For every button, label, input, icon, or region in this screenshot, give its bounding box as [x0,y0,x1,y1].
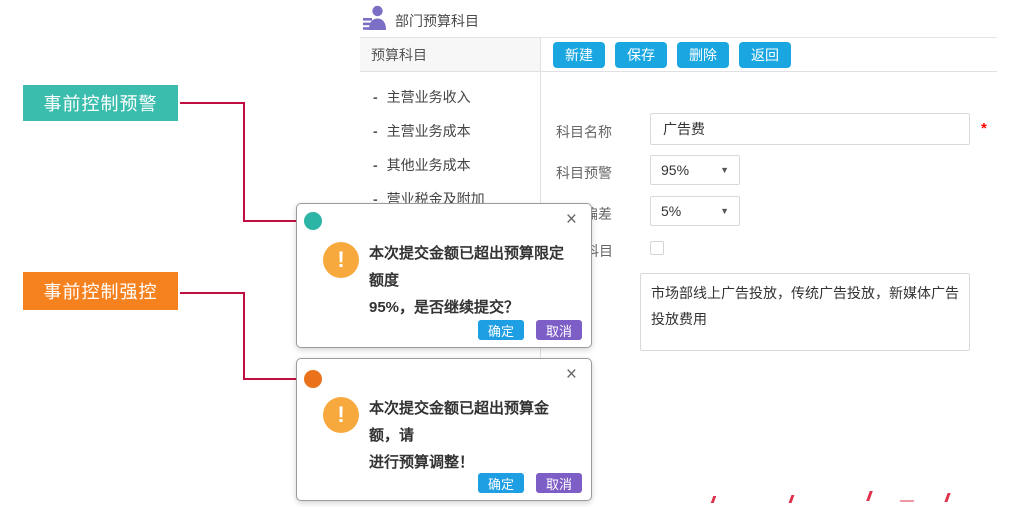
deviation-select[interactable]: 5% ▼ [650,196,740,226]
tree-item-main-cost[interactable]: - 主营业务成本 [373,123,485,139]
tree-item-label: 主营业务收入 [387,87,471,107]
connector-line [243,292,245,380]
subject-warning-select[interactable]: 95% ▼ [650,155,740,185]
description-textarea[interactable]: 市场部线上广告投放，传统广告投放，新媒体广告投放费用 [640,273,970,351]
subject-name-input[interactable]: 广告费 [650,113,970,145]
tree-item-other-cost[interactable]: - 其他业务成本 [373,157,485,173]
page-title: 部门预算科目 [395,11,479,31]
delete-button[interactable]: 删除 [677,42,729,68]
cancel-button[interactable]: 取消 [536,320,582,340]
watermark-remnant [789,495,795,503]
close-icon[interactable]: × [566,365,577,385]
warning-dialog-message: 本次提交金额已超出预算限定额度 95%，是否继续提交？ [369,240,575,321]
close-icon[interactable]: × [566,210,577,230]
screenshot-root: 部门预算科目 预算科目 新建 保存 删除 返回 - 主营业务收入 - 主营业务成… [0,0,1013,507]
subject-name-label: 科目名称 [556,122,612,142]
left-panel-header: 预算科目 [360,38,540,71]
confirm-button[interactable]: 确定 [478,473,524,493]
save-button[interactable]: 保存 [615,42,667,68]
message-line: 进行预算调整！ [369,449,575,476]
tree-item-main-income[interactable]: - 主营业务收入 [373,89,485,105]
message-line: 本次提交金额已超出预算金额，请 [369,395,575,449]
toolbar: 新建 保存 删除 返回 [553,42,791,68]
connector-line [180,102,243,104]
tree-bullet: - [373,123,378,139]
exclamation-icon: ! [323,242,359,278]
watermark-remnant [866,491,873,501]
deviation-value: 5% [661,203,681,219]
subject-warning-value: 95% [661,162,689,178]
page-header: 部门预算科目 [363,5,479,36]
tree-item-label: 其他业务成本 [387,155,471,175]
person-list-icon [363,5,387,36]
chevron-down-icon: ▼ [720,206,729,216]
dialog-buttons: 确定 取消 [478,473,582,493]
left-panel-title: 预算科目 [371,45,427,65]
tree-bullet: - [373,157,378,173]
tree-bullet: - [373,89,378,105]
teal-marker-dot [304,212,322,230]
cancel-button[interactable]: 取消 [536,473,582,493]
tree-item-label: 主营业务成本 [387,121,471,141]
callout-pre-control-forced: 事前控制强控 [23,272,178,310]
confirm-button[interactable]: 确定 [478,320,524,340]
watermark-remnant [711,496,717,503]
forced-dialog-message: 本次提交金额已超出预算金额，请 进行预算调整！ [369,395,575,476]
forced-control-dialog: × ! 本次提交金额已超出预算金额，请 进行预算调整！ 确定 取消 [296,358,592,501]
back-button[interactable]: 返回 [739,42,791,68]
warning-dialog: × ! 本次提交金额已超出预算限定额度 95%，是否继续提交？ 确定 取消 [296,203,592,348]
message-line: 95%，是否继续提交？ [369,294,575,321]
orange-marker-dot [304,370,322,388]
dialog-buttons: 确定 取消 [478,320,582,340]
exclamation-icon: ! [323,397,359,433]
connector-line [243,102,245,222]
chevron-down-icon: ▼ [720,165,729,175]
subject-checkbox[interactable] [650,241,664,255]
connector-line [180,292,243,294]
watermark-remnant [944,493,950,502]
required-asterisk: * [981,120,987,137]
callout-pre-control-warning: 事前控制预警 [23,85,178,121]
new-button[interactable]: 新建 [553,42,605,68]
subject-warning-label: 科目预警 [556,163,612,183]
message-line: 本次提交金额已超出预算限定额度 [369,240,575,294]
watermark-remnant [900,500,915,502]
